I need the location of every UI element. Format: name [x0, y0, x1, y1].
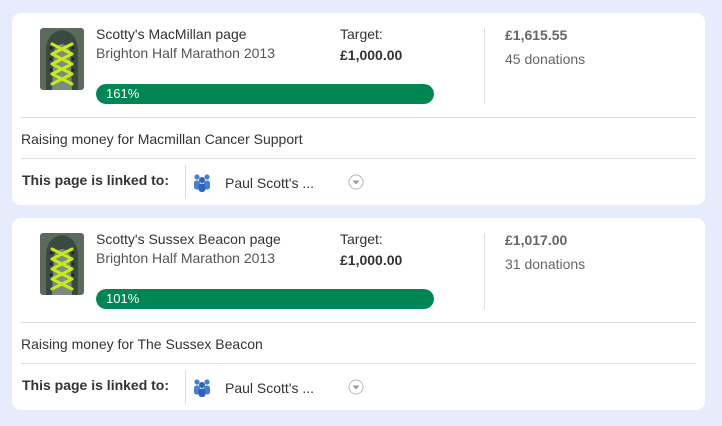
progress-fill	[96, 289, 434, 309]
team-icon	[193, 377, 211, 397]
charity-text: Raising money for Macmillan Cancer Suppo…	[21, 131, 303, 147]
page-title[interactable]: Scotty's Sussex Beacon page	[96, 231, 281, 247]
running-shoe-icon[interactable]	[40, 28, 84, 90]
divider	[21, 363, 696, 364]
progress-percent: 101%	[106, 291, 140, 306]
charity-text: Raising money for The Sussex Beacon	[21, 336, 263, 352]
divider	[21, 158, 696, 159]
amount-raised: £1,615.55	[505, 27, 568, 43]
progress-fill	[96, 84, 434, 104]
divider	[484, 28, 485, 104]
target-label: Target:	[340, 231, 383, 247]
divider	[484, 233, 485, 309]
linked-label: This page is linked to:	[22, 172, 170, 188]
divider	[185, 165, 186, 199]
divider	[185, 370, 186, 404]
progress-percent: 161%	[106, 86, 140, 101]
amount-raised: £1,017.00	[505, 232, 568, 248]
running-shoe-icon[interactable]	[40, 233, 84, 295]
event-name: Brighton Half Marathon 2013	[96, 250, 275, 266]
divider	[21, 322, 696, 323]
fundraising-page-card: Scotty's MacMillan page Brighton Half Ma…	[12, 13, 705, 205]
linked-label: This page is linked to:	[22, 377, 170, 393]
divider	[21, 117, 696, 118]
target-value: £1,000.00	[340, 252, 403, 268]
linked-team-link[interactable]: Paul Scott's ...	[225, 175, 314, 191]
event-name: Brighton Half Marathon 2013	[96, 45, 275, 61]
donation-count: 45 donations	[505, 51, 586, 67]
chevron-down-icon[interactable]	[348, 174, 364, 190]
target-value: £1,000.00	[340, 47, 403, 63]
fundraising-page-card: Scotty's Sussex Beacon page Brighton Hal…	[12, 218, 705, 410]
chevron-down-icon[interactable]	[348, 379, 364, 395]
donation-count: 31 donations	[505, 256, 586, 272]
progress-bar: 161%	[96, 84, 434, 104]
target-label: Target:	[340, 26, 383, 42]
page-title[interactable]: Scotty's MacMillan page	[96, 26, 247, 42]
progress-bar: 101%	[96, 289, 434, 309]
linked-team-link[interactable]: Paul Scott's ...	[225, 380, 314, 396]
team-icon	[193, 172, 211, 192]
